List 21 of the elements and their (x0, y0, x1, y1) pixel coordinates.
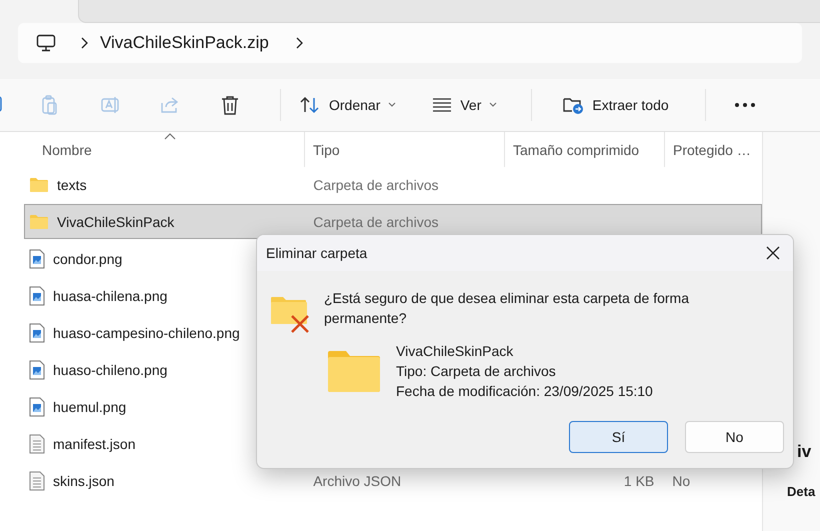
file-name: huemul.png (53, 398, 126, 414)
file-name: condor.png (53, 250, 122, 266)
folder-name: VivaChileSkinPack (396, 342, 514, 361)
file-type: Archivo JSON (313, 472, 402, 488)
details-heading: Deta (787, 484, 816, 499)
file-name: huasa-chilena.png (53, 288, 168, 304)
file-name: huaso-chileno.png (53, 362, 168, 378)
file-name: texts (57, 176, 87, 192)
file-name: VivaChileSkinPack (57, 214, 174, 230)
protected-value: No (672, 472, 690, 488)
folder-type: Tipo: Carpeta de archivos (396, 362, 557, 381)
file-name: manifest.json (53, 436, 136, 452)
dialog-title: Eliminar carpeta (266, 245, 368, 261)
file-name: huaso-campesino-chileno.png (53, 324, 240, 340)
confirm-message: ¿Está seguro de que desea eliminar esta carpeta de forma permanente? (324, 289, 690, 328)
file-type: Carpeta de archivos (313, 214, 438, 230)
modified-date: Fecha de modificación: 23/09/2025 15:10 (396, 382, 653, 401)
file-size: 1 KB (624, 472, 654, 488)
file-type: Carpeta de archivos (313, 176, 438, 192)
details-title: iv (797, 442, 812, 462)
file-name: skins.json (53, 472, 114, 488)
